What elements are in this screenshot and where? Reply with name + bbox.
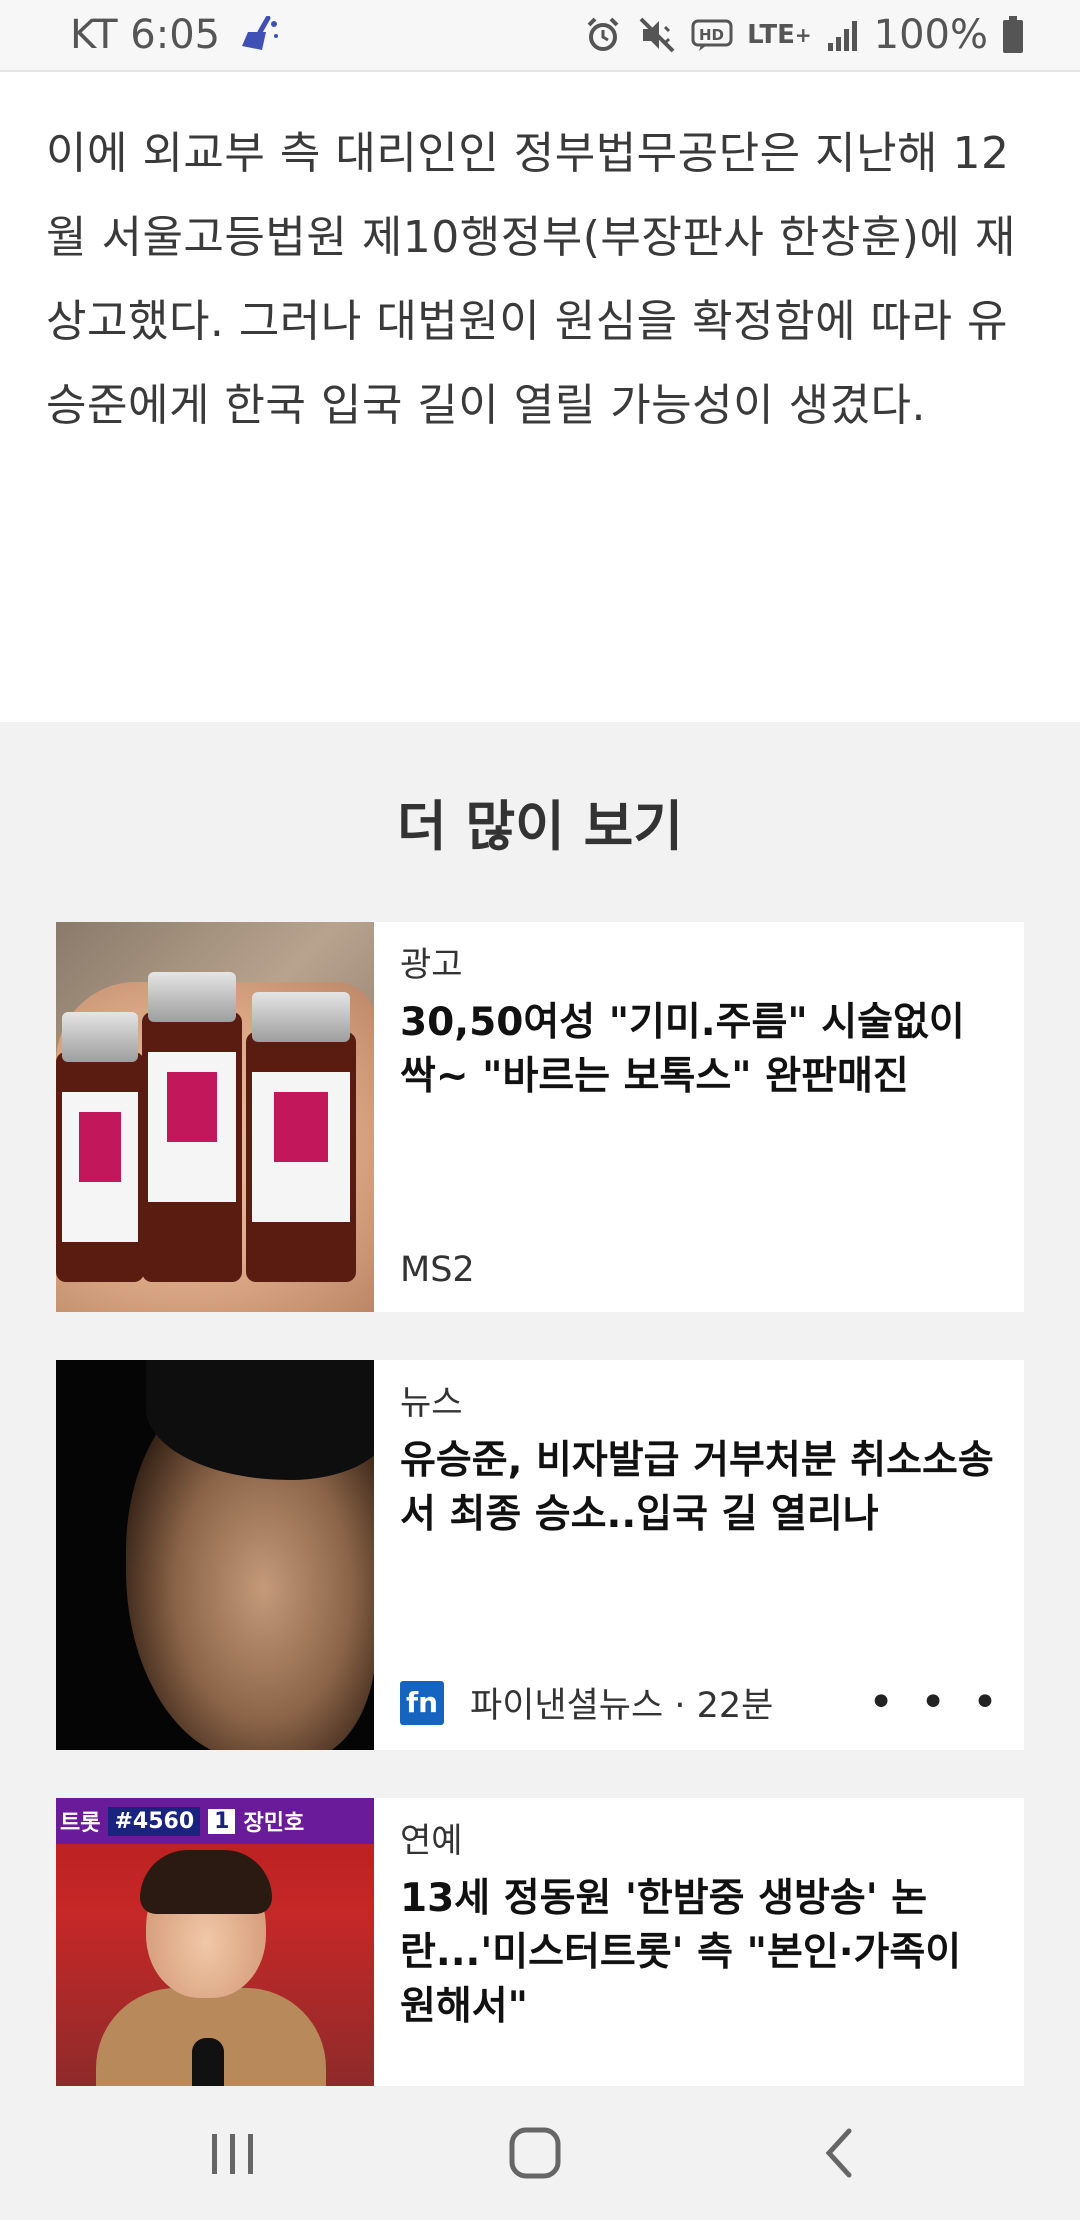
thumb-banner-name: 장민호 xyxy=(243,1811,305,1836)
thumb-banner-num: #4560 xyxy=(108,1806,201,1836)
entertainment-thumbnail: 트롯 #4560 1 장민호 xyxy=(56,1798,374,2086)
battery-icon xyxy=(1002,15,1024,55)
card-category: 광고 xyxy=(400,945,463,985)
card-source: 파이낸셜뉴스 · 22분 xyxy=(470,1686,774,1726)
alarm-icon xyxy=(583,15,623,55)
back-button[interactable] xyxy=(794,2116,884,2190)
status-bar: KT 6:05 HD LTE + 100% xyxy=(0,0,1080,72)
home-icon xyxy=(509,2127,561,2179)
card-headline[interactable]: 유승준, 비자발급 거부처분 취소소송서 최종 승소..입국 길 열리나 xyxy=(400,1434,998,1542)
card-category: 뉴스 xyxy=(400,1383,463,1423)
ad-thumbnail xyxy=(56,922,374,1312)
cleaner-broom-icon xyxy=(238,16,280,54)
signal-icon xyxy=(826,17,860,53)
recent-apps-icon xyxy=(212,2134,253,2174)
article-body: 이에 외교부 측 대리인인 정부법무공단은 지난해 12월 서울고등법원 제10… xyxy=(0,72,1080,722)
lte-icon: LTE + xyxy=(747,20,812,50)
recent-apps-button[interactable] xyxy=(188,2116,278,2190)
article-paragraph: 이에 외교부 측 대리인인 정부법무공단은 지난해 12월 서울고등법원 제10… xyxy=(46,128,1016,431)
news-thumbnail xyxy=(56,1360,374,1750)
mute-vibrate-icon xyxy=(637,15,677,55)
ad-card[interactable]: 광고 30,50여성 "기미.주름" 시술없이 싹~ "바르는 보톡스" 완판매… xyxy=(56,922,1024,1312)
fn-logo-icon: fn xyxy=(400,1680,444,1725)
hd-voice-icon: HD xyxy=(691,17,733,53)
more-section: 더 많이 보기 광고 30,50여성 "기미.주름" 시술없이 싹~ "바르는 … xyxy=(0,722,1080,2086)
battery-percent: 100% xyxy=(873,12,988,58)
card-headline[interactable]: 30,50여성 "기미.주름" 시술없이 싹~ "바르는 보톡스" 완판매진 xyxy=(400,996,998,1104)
thumb-banner-left: 트롯 xyxy=(60,1811,101,1836)
card-category: 연예 xyxy=(400,1821,463,1861)
back-icon xyxy=(825,2128,852,2178)
news-card[interactable]: 뉴스 유승준, 비자발급 거부처분 취소소송서 최종 승소..입국 길 열리나 … xyxy=(56,1360,1024,1750)
more-section-title: 더 많이 보기 xyxy=(397,795,683,858)
more-options-button[interactable]: • • • xyxy=(868,1680,1004,1724)
thumb-banner-rank: 1 xyxy=(208,1808,236,1834)
entertainment-card[interactable]: 트롯 #4560 1 장민호 연예 13세 정동원 '한밤중 생방송' 논란..… xyxy=(56,1798,1024,2086)
svg-text:HD: HD xyxy=(699,26,724,44)
card-headline[interactable]: 13세 정동원 '한밤중 생방송' 논란...'미스터트롯' 측 "본인·가족이… xyxy=(400,1872,998,2034)
carrier-time: KT 6:05 xyxy=(70,12,221,58)
navigation-bar xyxy=(0,2086,1080,2220)
card-source: MS2 xyxy=(400,1250,475,1290)
home-button[interactable] xyxy=(490,2116,580,2190)
